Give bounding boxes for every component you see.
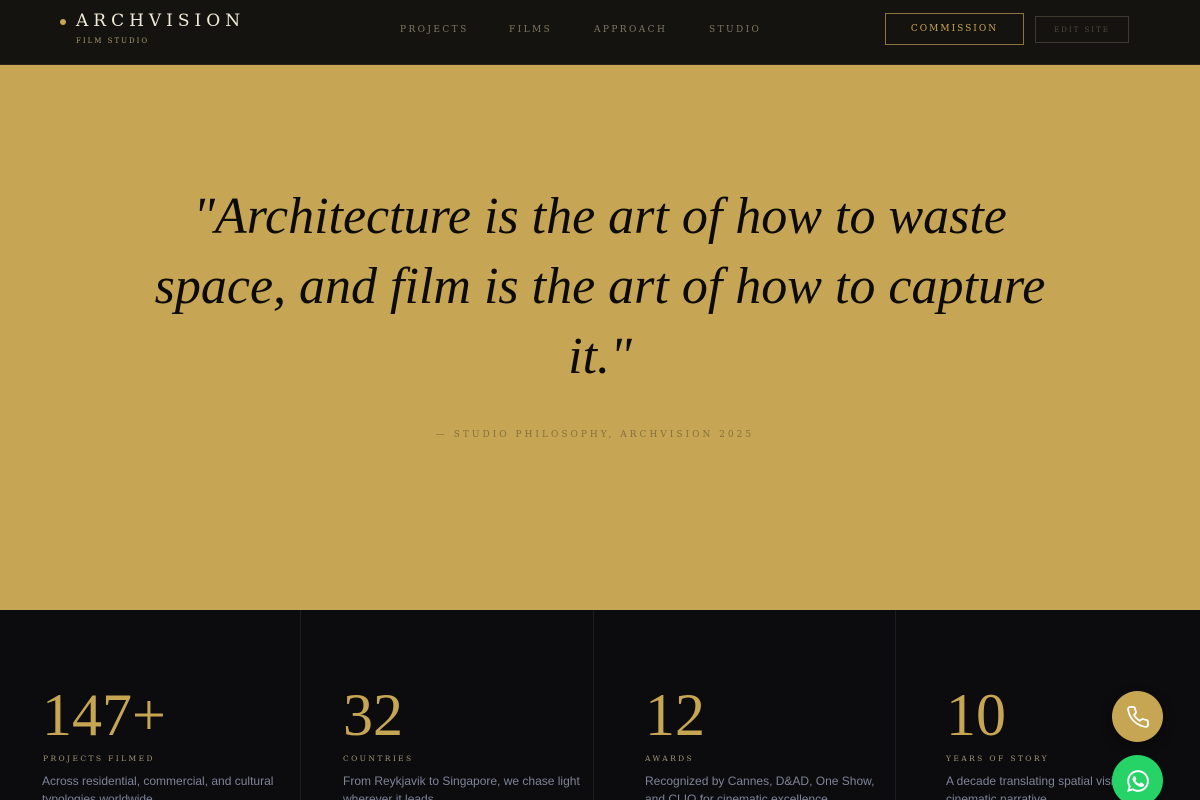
stat-description: Recognized by Cannes, D&AD, One Show, an… bbox=[645, 774, 875, 800]
stat-label: COUNTRIES bbox=[343, 754, 414, 763]
stat-number: 147+ bbox=[42, 682, 166, 748]
stat-label: PROJECTS FILMED bbox=[43, 754, 155, 763]
stat-label: YEARS OF STORY bbox=[946, 754, 1050, 763]
stats-section: 147+ PROJECTS FILMED Across residential,… bbox=[0, 610, 1200, 800]
quote-attribution: — STUDIO PHILOSOPHY, ARCHVISION 2025 bbox=[435, 430, 755, 440]
stat-card: 147+ PROJECTS FILMED Across residential,… bbox=[0, 610, 301, 800]
commission-button[interactable]: COMMISSION bbox=[885, 13, 1024, 45]
stat-card: 32 COUNTRIES From Reykjavik to Singapore… bbox=[293, 610, 594, 800]
quote-section: "Architecture is the art of how to waste… bbox=[0, 65, 1200, 610]
nav-link-projects[interactable]: PROJECTS bbox=[400, 25, 469, 35]
brand-subtitle: FILM STUDIO bbox=[76, 37, 150, 45]
phone-icon bbox=[1126, 705, 1149, 728]
stat-number: 10 bbox=[946, 682, 1006, 748]
stat-number: 12 bbox=[645, 682, 705, 748]
nav-link-approach[interactable]: APPROACH bbox=[594, 25, 667, 35]
stat-description: Across residential, commercial, and cult… bbox=[42, 774, 274, 800]
site-header: ARCHVISION FILM STUDIO PROJECTS FILMS AP… bbox=[0, 0, 1200, 65]
nav-link-films[interactable]: FILMS bbox=[509, 25, 552, 35]
nav-link-studio[interactable]: STUDIO bbox=[709, 25, 761, 35]
stat-number: 32 bbox=[343, 682, 403, 748]
stat-card: 12 AWARDS Recognized by Cannes, D&AD, On… bbox=[595, 610, 896, 800]
whatsapp-icon bbox=[1126, 769, 1149, 792]
stat-label: AWARDS bbox=[645, 754, 695, 763]
whatsapp-button[interactable] bbox=[1112, 755, 1163, 800]
call-button[interactable] bbox=[1112, 691, 1163, 742]
edit-site-button[interactable]: EDIT SITE bbox=[1035, 16, 1129, 43]
philosophy-quote: "Architecture is the art of how to waste… bbox=[154, 188, 1046, 385]
brand-dot bbox=[60, 19, 66, 25]
stat-description: From Reykjavik to Singapore, we chase li… bbox=[343, 774, 580, 800]
brand-name[interactable]: ARCHVISION bbox=[76, 11, 245, 31]
